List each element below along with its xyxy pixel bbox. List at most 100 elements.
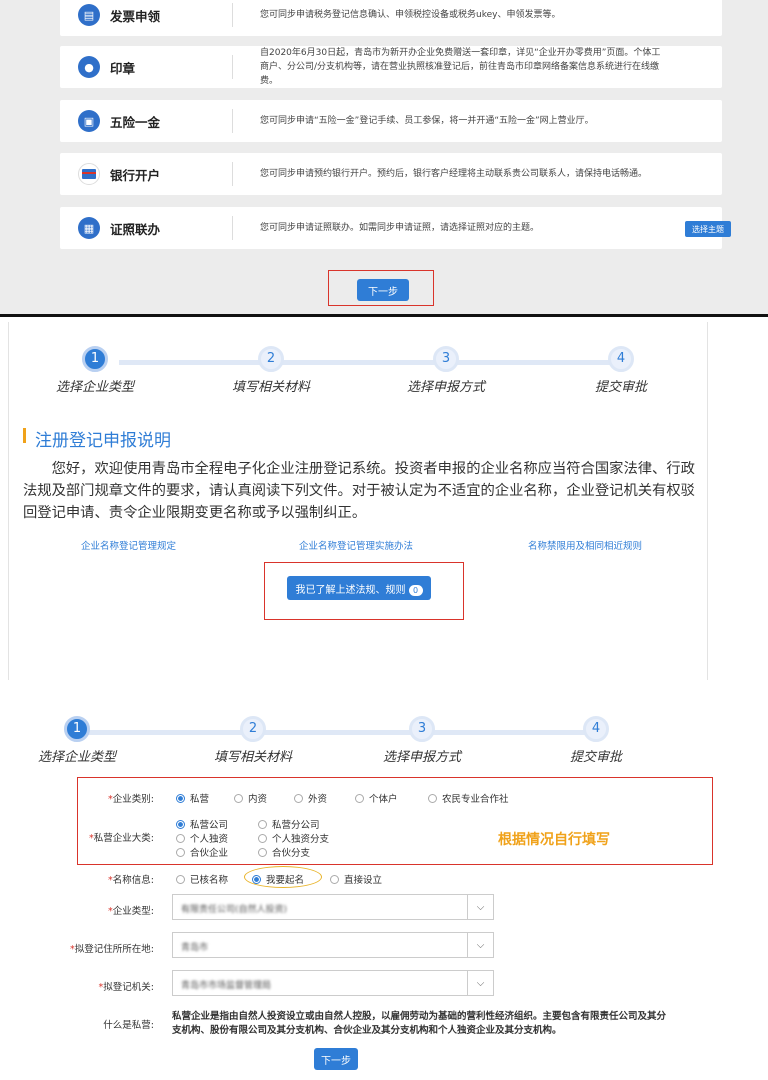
progress-steps-form: 1 选择企业类型 2 填写相关材料 3 选择申报方式 4 提交审批 (8, 716, 688, 776)
name-info-label: *名称信息: (108, 875, 154, 886)
step-1: 1 选择企业类型 (45, 346, 145, 395)
seal-icon: ● (78, 56, 100, 78)
service-desc: 您可同步申请“五险一金”登记手续、员工参保，将一并开通“五险一金”网上营业厅。 (260, 116, 594, 126)
agree-label: 我已了解上述法规、规则 (295, 584, 406, 596)
what-is-private-label: 什么是私营: (103, 1020, 154, 1031)
radio-icon (294, 793, 303, 803)
step-2: 2 填写相关材料 (203, 716, 303, 765)
service-desc: 您可同步申请证照联办。如需同步申请证照，请选择证照对应的主题。 (260, 223, 540, 233)
step-number: 3 (433, 346, 459, 372)
select-value: 青岛市市场监督管理局 (181, 981, 272, 991)
step-number: 1 (82, 346, 108, 372)
radio-cooperative[interactable]: 农民专业合作社 (428, 791, 509, 805)
service-item-license[interactable]: ▦ 证照联办 您可同步申请证照联办。如需同步申请证照，请选择证照对应的主题。 选… (60, 207, 731, 249)
address-select[interactable]: 青岛市 ⌵ (172, 932, 494, 958)
choose-theme-button[interactable]: 选择主题 (685, 221, 731, 237)
countdown-badge: 0 (408, 584, 423, 596)
radio-checked-icon (176, 793, 185, 803)
step-number: 4 (583, 716, 609, 742)
radio-partnership[interactable]: 合伙企业 (176, 845, 228, 859)
radio-icon (428, 793, 437, 803)
separator (232, 216, 233, 240)
bank-card-icon (78, 163, 100, 185)
radio-checked-icon (252, 874, 261, 884)
company-type-select[interactable]: 有限责任公司(自然人投资) ⌵ (172, 894, 494, 920)
step-4: 4 提交审批 (546, 716, 646, 765)
radio-icon (176, 833, 185, 843)
radio-checked-icon (176, 819, 185, 829)
form-next-button[interactable]: 下一步 (314, 1048, 358, 1070)
radio-private-company[interactable]: 私营公司 (176, 817, 228, 831)
chevron-down-icon: ⌵ (467, 971, 493, 995)
annotation-note: 根据情况自行填写 (498, 832, 610, 848)
address-label: *拟登记住所所在地: (70, 944, 154, 955)
step-label: 选择企业类型 (55, 380, 134, 395)
step-number: 2 (240, 716, 266, 742)
service-section: ▤ 发票申领 您可同步申请税务登记信息确认、申领税控设备或税务ukey、申领发票… (0, 0, 768, 316)
radio-choose-name[interactable]: 我要起名 (252, 872, 304, 886)
progress-line (119, 360, 619, 365)
step-3: 3 选择申报方式 (396, 346, 496, 395)
radio-icon (234, 793, 243, 803)
radio-icon (176, 874, 185, 884)
insurance-icon: ▣ (78, 110, 100, 132)
regulation-link-2[interactable]: 企业名称登记管理实施办法 (299, 538, 413, 552)
private-description: 私营企业是指由自然人投资设立或由自然人控股，以雇佣劳动为基础的营利性经济组织。主… (172, 1011, 667, 1036)
step-number: 2 (258, 346, 284, 372)
separator (232, 3, 233, 27)
progress-steps: 1 选择企业类型 2 填写相关材料 3 选择申报方式 4 提交审批 (29, 346, 689, 406)
radio-sole-proprietor[interactable]: 个人独资 (176, 831, 228, 845)
service-name: 银行开户 (110, 167, 161, 183)
select-value: 青岛市 (181, 943, 209, 953)
service-item-bank[interactable]: 银行开户 您可同步申请预约银行开户。预约后，银行客户经理将主动联系贵公司联系人，… (60, 153, 722, 195)
service-name: 发票申领 (110, 8, 161, 24)
company-category-label: *企业类别: (108, 794, 154, 805)
service-desc: 您可同步申请税务登记信息确认、申领税控设备或税务ukey、申领发票等。 (260, 10, 561, 20)
radio-private[interactable]: 私营 (176, 791, 209, 805)
service-name: 证照联办 (110, 221, 161, 237)
step-label: 选择申报方式 (406, 380, 485, 395)
service-name: 五险一金 (110, 114, 161, 130)
step-label: 选择企业类型 (37, 750, 116, 765)
service-item-invoice[interactable]: ▤ 发票申领 您可同步申请税务登记信息确认、申领税控设备或税务ukey、申领发票… (60, 0, 722, 36)
radio-approved-name[interactable]: 已核名称 (176, 872, 228, 886)
agree-button[interactable]: 我已了解上述法规、规则 0 (287, 576, 431, 600)
service-item-seal[interactable]: ● 印章 自2020年6月30日起，青岛市为新开办企业免费赠送一套印章，详见“企… (60, 46, 722, 88)
radio-domestic[interactable]: 内资 (234, 791, 267, 805)
authority-label: *拟登记机关: (98, 982, 154, 993)
radio-private-branch[interactable]: 私营分公司 (258, 817, 320, 831)
radio-partnership-branch[interactable]: 合伙分支 (258, 845, 310, 859)
radio-sole-branch[interactable]: 个人独资分支 (258, 831, 329, 845)
license-icon: ▦ (78, 217, 100, 239)
next-button[interactable]: 下一步 (357, 279, 409, 301)
title-accent-bar (23, 428, 26, 443)
radio-individual[interactable]: 个体户 (355, 791, 398, 805)
step-number: 4 (608, 346, 634, 372)
step-label: 选择申报方式 (382, 750, 461, 765)
step-number: 1 (64, 716, 90, 742)
radio-icon (330, 874, 339, 884)
divider (0, 314, 768, 317)
notice-title: 注册登记申报说明 (35, 431, 171, 451)
step-label: 填写相关材料 (213, 750, 292, 765)
step-1: 1 选择企业类型 (27, 716, 127, 765)
separator (232, 109, 233, 133)
service-name: 印章 (110, 60, 136, 76)
progress-line (78, 730, 598, 735)
radio-direct-setup[interactable]: 直接设立 (330, 872, 382, 886)
authority-select[interactable]: 青岛市市场监督管理局 ⌵ (172, 970, 494, 996)
notice-intro: 您好，欢迎使用青岛市全程电子化企业注册登记系统。投资者申报的企业名称应当符合国家… (23, 461, 695, 521)
notice-section: 1 选择企业类型 2 填写相关材料 3 选择申报方式 4 提交审批 注册登记申报… (8, 322, 708, 680)
step-label: 填写相关材料 (231, 380, 310, 395)
regulation-link-3[interactable]: 名称禁限用及相同相近规则 (528, 538, 642, 552)
company-type-label: *企业类型: (108, 906, 154, 917)
step-2: 2 填写相关材料 (221, 346, 321, 395)
service-item-insurance[interactable]: ▣ 五险一金 您可同步申请“五险一金”登记手续、员工参保，将一并开通“五险一金”… (60, 100, 722, 142)
radio-foreign[interactable]: 外资 (294, 791, 327, 805)
separator (232, 162, 233, 186)
separator (232, 55, 233, 79)
chevron-down-icon: ⌵ (467, 933, 493, 957)
service-desc: 您可同步申请预约银行开户。预约后，银行客户经理将主动联系贵公司联系人，请保持电话… (260, 169, 648, 179)
regulation-link-1[interactable]: 企业名称登记管理规定 (81, 538, 176, 552)
step-3: 3 选择申报方式 (372, 716, 472, 765)
